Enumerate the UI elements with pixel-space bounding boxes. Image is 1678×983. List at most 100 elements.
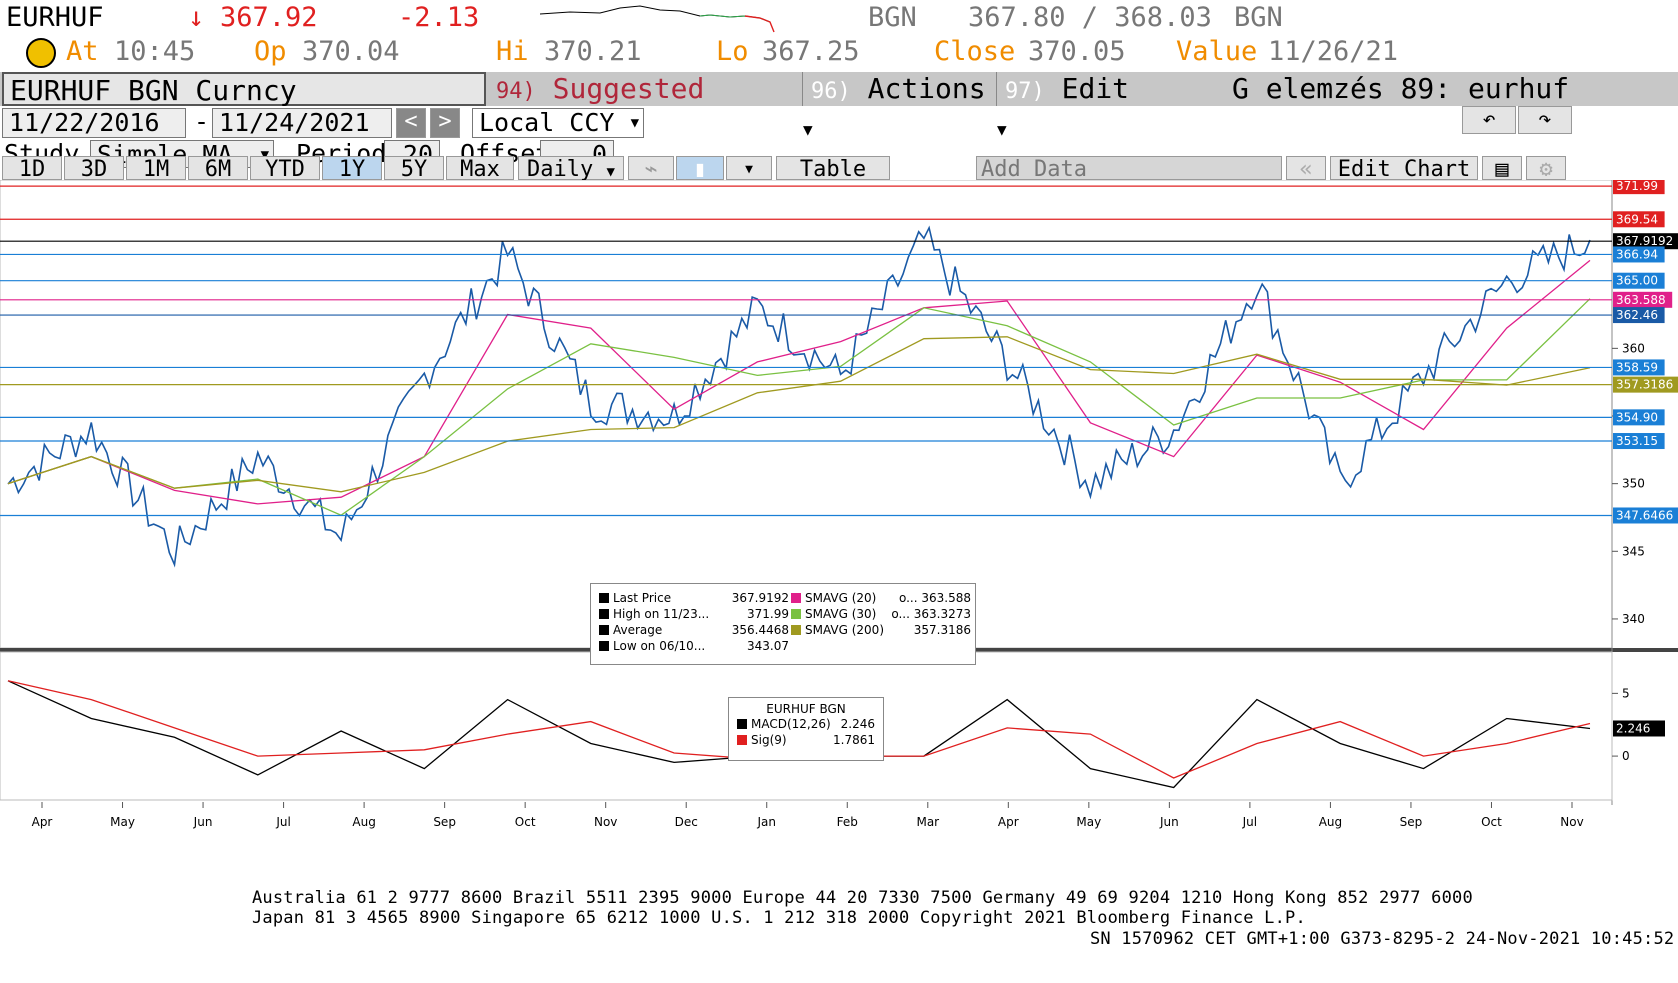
- legend-name: SMAVG (200): [805, 623, 885, 637]
- macd-tick-label: 0: [1622, 749, 1630, 763]
- x-month-label: Oct: [1481, 815, 1502, 829]
- legend-name: Average: [613, 623, 663, 637]
- prev-arrow-button[interactable]: <: [396, 108, 426, 138]
- edit-chart-button[interactable]: Edit Chart: [1330, 156, 1478, 182]
- y-tick-label: 360: [1622, 341, 1645, 355]
- footer-session: SN 1570962 CET GMT+1:00 G373-8295-2 24-N…: [1090, 929, 1675, 949]
- legend-swatch: [599, 593, 609, 603]
- chart-type-dropdown[interactable]: ▼: [726, 156, 772, 180]
- level-label: 358.59: [1616, 360, 1658, 374]
- suggested-charts-button[interactable]: 94) Suggested Charts: [496, 72, 798, 142]
- level-label: 371.99: [1616, 180, 1658, 193]
- edit-number: 97): [1005, 79, 1045, 104]
- last-price: 367.92: [220, 2, 318, 33]
- gear-icon[interactable]: ⚙: [1526, 156, 1566, 182]
- legend-name: High on 11/23...: [613, 607, 710, 621]
- end-date-value: 11/24/2021: [219, 108, 370, 137]
- edit-menu[interactable]: 97) Edit ▼: [996, 72, 1136, 139]
- level-label: 354.90: [1616, 410, 1658, 424]
- level-label: 369.54: [1616, 212, 1658, 226]
- x-month-label: Apr: [998, 815, 1019, 829]
- x-month-label: Nov: [1560, 815, 1583, 829]
- chart-settings-icon[interactable]: ▤: [1482, 156, 1522, 182]
- price-legend: Last Price 367.9192 High on 11/23... 371.99…: [590, 583, 976, 665]
- legend-name: Last Price: [613, 591, 672, 605]
- macd-last-label: 2.246: [1616, 721, 1650, 735]
- legend-item: SMAVG (200) 357.3186: [791, 622, 971, 638]
- x-month-label: Jun: [193, 815, 213, 829]
- legend-swatch: [791, 609, 801, 619]
- level-label: 366.94: [1616, 247, 1658, 261]
- footer-phones-1: Australia 61 2 9777 8600 Brazil 5511 239…: [252, 888, 1473, 908]
- x-month-label: Mar: [916, 815, 939, 829]
- ticker: EURHUF: [6, 2, 104, 33]
- open-label: Op: [254, 36, 287, 67]
- x-month-label: Feb: [837, 815, 858, 829]
- chevron-down-icon: ▼: [606, 164, 615, 180]
- macd-tick-label: 5: [1622, 686, 1630, 700]
- close-value: 370.05: [1028, 36, 1126, 67]
- range-1d-button[interactable]: 1D: [2, 156, 62, 182]
- actions-menu[interactable]: 96) Actions ▼: [802, 72, 992, 139]
- net-change: -2.13: [398, 2, 480, 33]
- collapse-icon[interactable]: «: [1286, 156, 1326, 182]
- x-month-label: Oct: [515, 815, 536, 829]
- currency-select[interactable]: Local CCY ▼: [472, 108, 644, 138]
- redo-button[interactable]: ↷: [1518, 106, 1572, 134]
- x-month-label: Jul: [1242, 815, 1257, 829]
- end-date-input[interactable]: 11/24/2021: [212, 108, 392, 138]
- legend-item: Low on 06/10... 343.07: [599, 638, 789, 654]
- line-chart-icon[interactable]: ⌁: [628, 156, 674, 182]
- level-label: 357.3186: [1616, 378, 1673, 392]
- legend-swatch: [791, 625, 801, 635]
- bar-chart-icon[interactable]: ▮: [676, 156, 724, 182]
- range-6m-button[interactable]: 6M: [188, 156, 248, 182]
- range-5y-button[interactable]: 5Y: [384, 156, 444, 182]
- actions-label: Actions: [867, 72, 986, 105]
- y-tick-label: 350: [1622, 477, 1645, 491]
- legend-swatch: [791, 593, 801, 603]
- legend-item: SMAVG (30) o... 363.3273: [791, 606, 971, 622]
- range-3d-button[interactable]: 3D: [64, 156, 124, 182]
- next-arrow-button[interactable]: >: [430, 108, 460, 138]
- level-label: 353.15: [1616, 434, 1658, 448]
- suggested-number: 94): [496, 79, 536, 104]
- value-date: 11/26/21: [1268, 36, 1399, 67]
- x-month-label: May: [1076, 815, 1101, 829]
- legend-swatch: [599, 625, 609, 635]
- start-date-input[interactable]: 11/22/2016: [2, 108, 186, 138]
- legend-item: SMAVG (20) o... 363.588: [791, 590, 971, 606]
- x-month-label: Nov: [594, 815, 617, 829]
- high-value: 370.21: [544, 36, 642, 67]
- legend-value: 367.9192: [731, 591, 789, 605]
- x-month-label: Sep: [433, 815, 456, 829]
- range-max-button[interactable]: Max: [446, 156, 514, 182]
- table-button[interactable]: Table: [776, 156, 890, 182]
- value-label: Value: [1176, 36, 1258, 67]
- range-1y-button[interactable]: 1Y: [322, 156, 382, 182]
- y-tick-label: 345: [1622, 544, 1645, 558]
- add-data-input[interactable]: Add Data: [976, 156, 1282, 182]
- macd-legend-item: MACD(12,26) 2.246: [737, 716, 875, 732]
- legend-name: SMAVG (30): [805, 607, 877, 621]
- x-month-label: Jan: [756, 815, 776, 829]
- legend-name: SMAVG (20): [805, 591, 877, 605]
- frequency-select[interactable]: Daily ▼: [518, 156, 624, 182]
- open-value: 370.04: [302, 36, 400, 67]
- x-month-label: Aug: [1319, 815, 1342, 829]
- legend-name: Low on 06/10...: [613, 639, 706, 653]
- legend-value: 371.99: [747, 607, 789, 621]
- range-ytd-button[interactable]: YTD: [250, 156, 320, 182]
- at-time: 10:45: [114, 36, 196, 67]
- legend-item: Average 356.4468: [599, 622, 789, 638]
- legend-item: Last Price 367.9192: [599, 590, 789, 606]
- undo-button[interactable]: ↶: [1462, 106, 1516, 134]
- x-month-label: Aug: [352, 815, 375, 829]
- chart-title: G elemzés 89: eurhuf: [1232, 72, 1570, 105]
- security-field[interactable]: EURHUF BGN Curncy: [2, 72, 486, 107]
- source-label-2: BGN: [1234, 2, 1283, 33]
- legend-item: High on 11/23... 371.99: [599, 606, 789, 622]
- range-1m-button[interactable]: 1M: [126, 156, 186, 182]
- legend-value: 356.4468: [731, 623, 789, 637]
- legend-value: 357.3186: [913, 623, 971, 637]
